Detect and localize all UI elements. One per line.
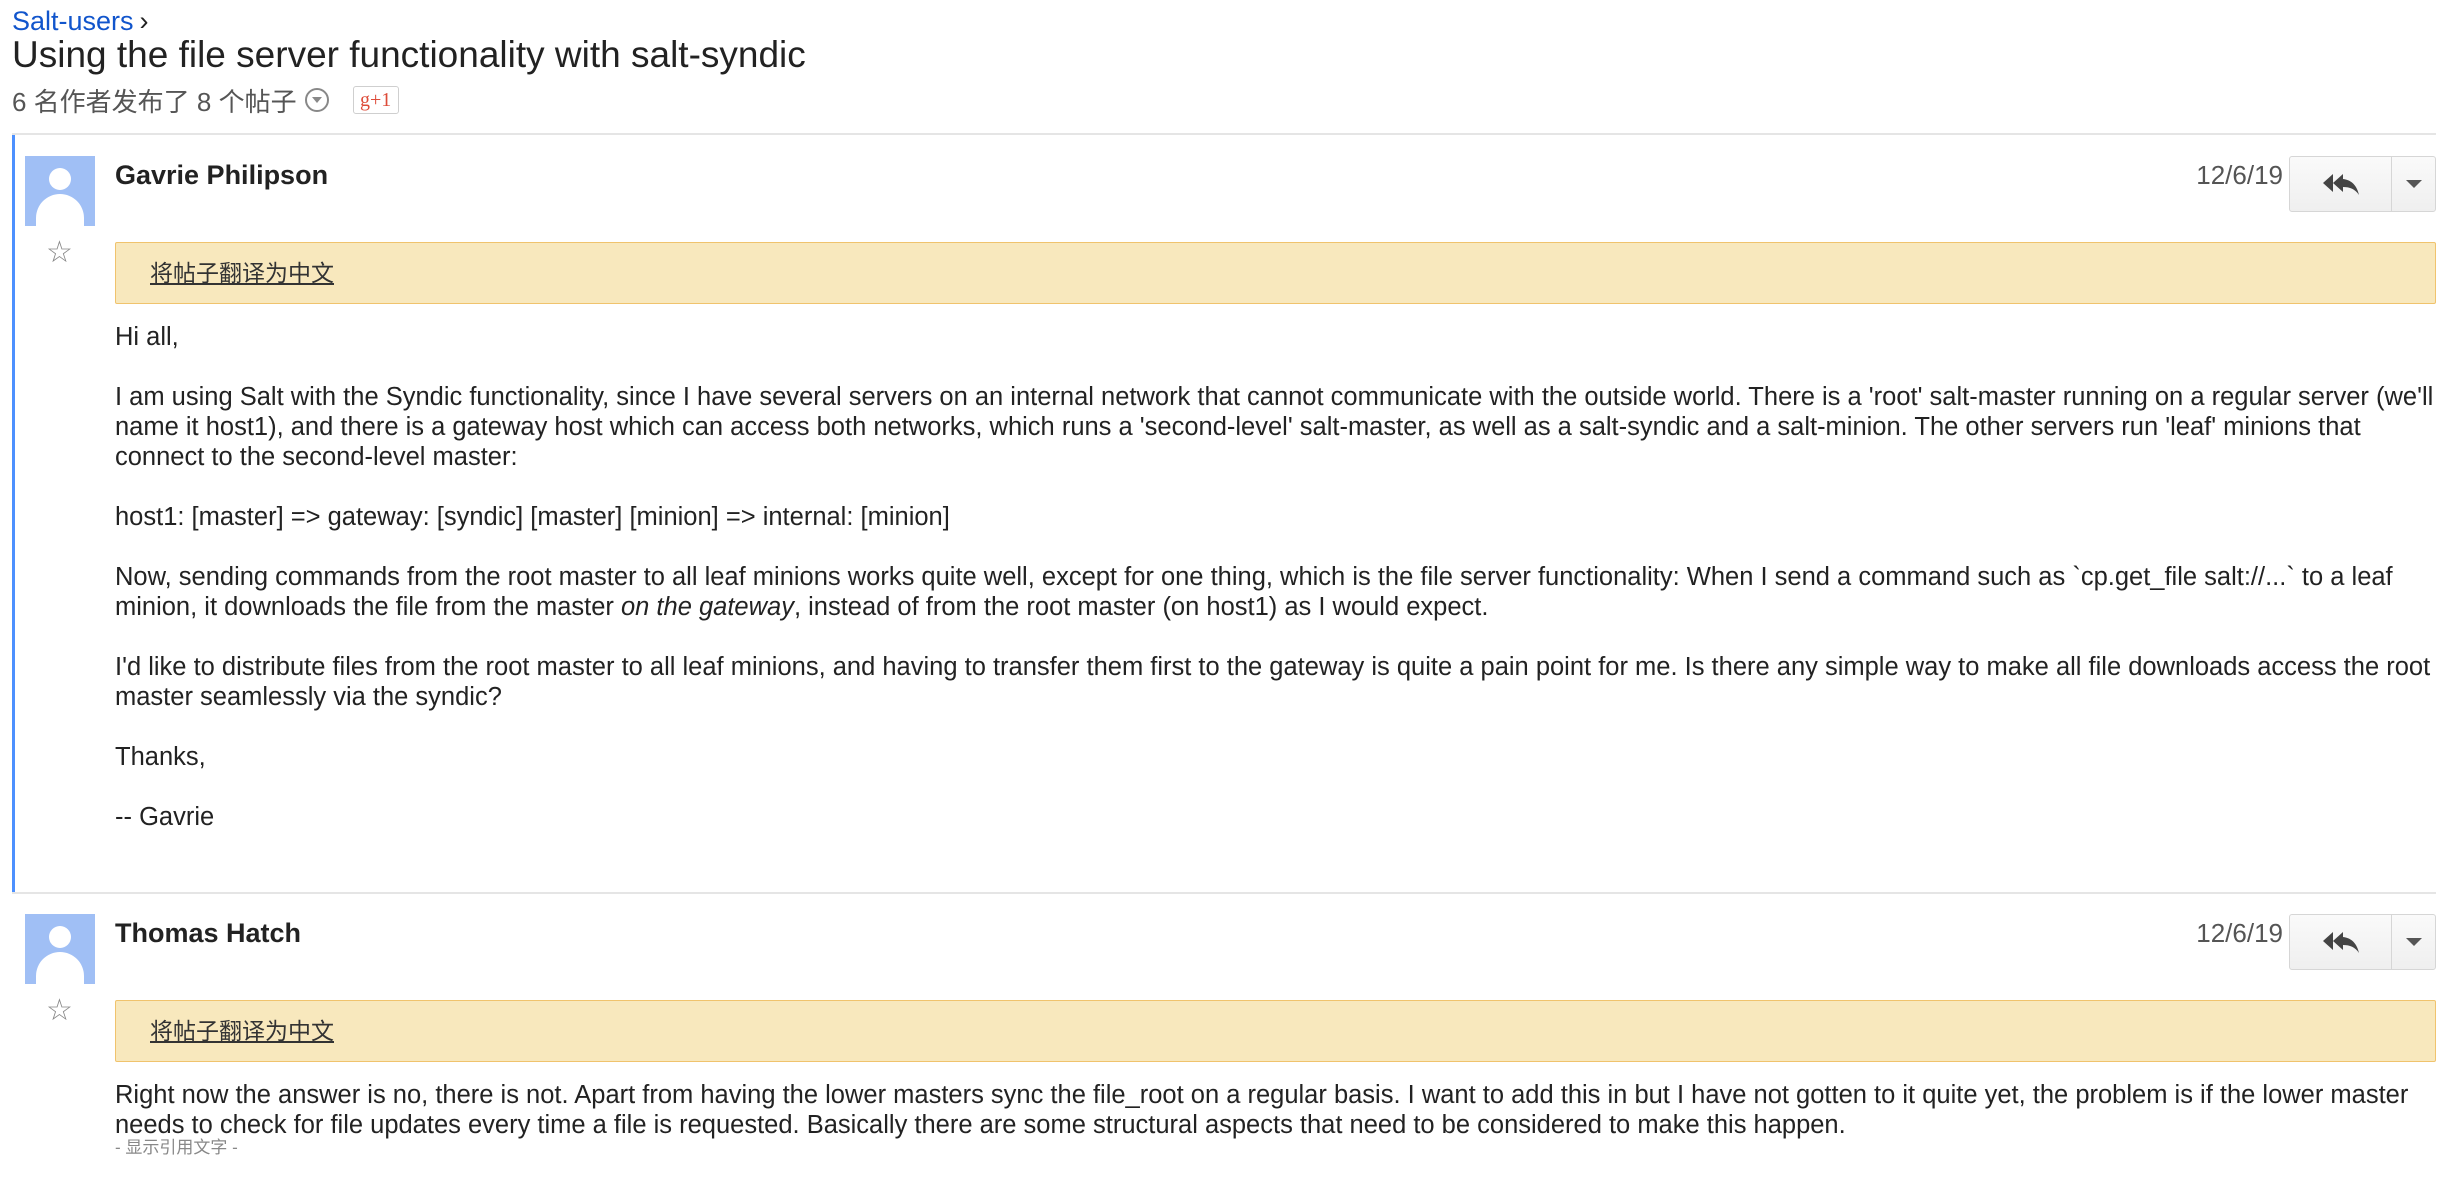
post-date: 12/6/19 <box>2196 918 2283 948</box>
post-paragraph: Right now the answer is no, there is not… <box>115 1081 2409 1139</box>
show-quoted-text-link[interactable]: - 显示引用文字 - <box>115 1138 238 1158</box>
star-icon[interactable]: ☆ <box>46 996 73 1026</box>
translate-link[interactable]: 将帖子翻译为中文 <box>150 1017 334 1045</box>
translate-banner: 将帖子翻译为中文 <box>115 242 2436 304</box>
gplus-button[interactable]: g+1 <box>352 86 399 114</box>
thread-divider <box>12 133 2436 135</box>
translate-banner: 将帖子翻译为中文 <box>115 1000 2436 1062</box>
post-count-text: 6 名作者发布了 8 个帖子 <box>12 86 297 117</box>
post-body: Right now the answer is no, there is not… <box>115 1080 2436 1170</box>
reply-all-button[interactable] <box>2290 157 2392 211</box>
post-paragraph: Now, sending commands from the root mast… <box>115 562 2436 622</box>
active-post-indicator <box>12 135 15 892</box>
chevron-down-icon <box>2405 938 2422 946</box>
post-author[interactable]: Gavrie Philipson <box>115 158 328 192</box>
post-text: , instead of from the root master (on ho… <box>793 593 1489 621</box>
post-body: Hi all, I am using Salt with the Syndic … <box>115 322 2436 862</box>
dropdown-circle-icon[interactable] <box>304 88 329 112</box>
post-date: 12/6/19 <box>2196 160 2283 190</box>
reply-all-icon <box>2322 932 2359 953</box>
post-paragraph: Hi all, <box>115 323 179 351</box>
reply-all-button[interactable] <box>2290 915 2392 969</box>
avatar-icon[interactable] <box>25 914 95 984</box>
more-actions-button[interactable] <box>2392 915 2435 969</box>
star-icon[interactable]: ☆ <box>46 238 73 268</box>
post-paragraph: I'd like to distribute files from the ro… <box>115 653 2431 711</box>
post-author[interactable]: Thomas Hatch <box>115 916 301 950</box>
chevron-down-icon <box>2405 180 2422 188</box>
reply-button-group[interactable] <box>2289 156 2436 212</box>
post-paragraph: -- Gavrie <box>115 803 215 831</box>
post: ☆ Gavrie Philipson 12/6/19 将帖子翻译为中文 Hi a… <box>25 156 2436 876</box>
post-emphasis: on the gateway <box>620 593 794 621</box>
translate-link[interactable]: 将帖子翻译为中文 <box>150 259 334 287</box>
post-divider <box>12 892 2436 894</box>
reply-all-icon <box>2322 174 2359 195</box>
post-paragraph: host1: [master] => gateway: [syndic] [ma… <box>115 503 950 531</box>
reply-button-group[interactable] <box>2289 914 2436 970</box>
thread-meta: 6 名作者发布了 8 个帖子 g+1 <box>12 83 399 117</box>
post-paragraph: I am using Salt with the Syndic function… <box>115 383 2434 471</box>
post-paragraph: Thanks, <box>115 743 206 771</box>
page-title: Using the file server functionality with… <box>12 34 806 75</box>
avatar-icon[interactable] <box>25 156 95 226</box>
more-actions-button[interactable] <box>2392 157 2435 211</box>
post: ☆ Thomas Hatch 12/6/19 将帖子翻译为中文 Right no… <box>25 914 2436 1196</box>
